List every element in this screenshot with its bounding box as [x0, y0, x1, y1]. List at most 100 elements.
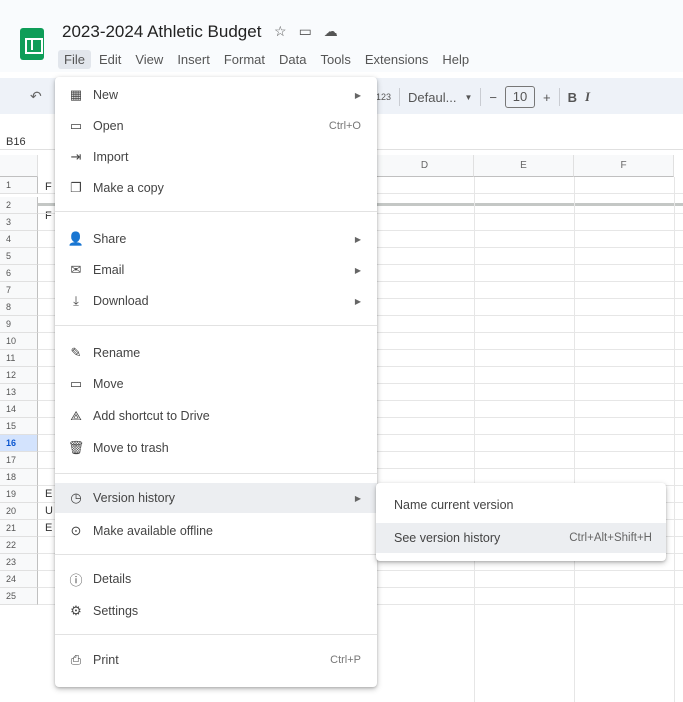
history-icon: ◷ [70, 490, 82, 505]
menu-item-email[interactable]: ✉ Email ▶ [55, 255, 377, 285]
cell-a2[interactable]: F [45, 210, 52, 222]
menu-edit[interactable]: Edit [93, 50, 127, 69]
file-menu: ▦ New ▶ ▭ Open Ctrl+O ⇥ Import ❐ Make a … [55, 77, 377, 687]
menu-item-label: Import [93, 150, 129, 164]
menu-item-import[interactable]: ⇥ Import [55, 142, 377, 172]
sheets-logo-icon[interactable] [20, 28, 44, 60]
menu-item-label: Settings [93, 604, 139, 618]
row-header[interactable]: 6 [0, 265, 38, 282]
font-family-select[interactable]: Defaul... [408, 90, 456, 105]
cell-a1[interactable]: F [45, 181, 52, 193]
menu-format[interactable]: Format [218, 50, 271, 69]
row-header[interactable]: 5 [0, 248, 38, 265]
toolbar-format-group: 123 Defaul... ▼ − 10 + B I [376, 86, 590, 108]
row-header-corner[interactable] [0, 155, 38, 177]
menubar: File Edit View Insert Format Data Tools … [58, 50, 475, 69]
row-header[interactable]: 21 [0, 520, 38, 537]
menu-help[interactable]: Help [436, 50, 475, 69]
menu-data[interactable]: Data [273, 50, 312, 69]
row-header[interactable]: 16 [0, 435, 38, 452]
row-header[interactable]: 7 [0, 282, 38, 299]
menu-item-share[interactable]: 👤 Share ▶ [55, 224, 377, 254]
column-header-e[interactable]: E [474, 155, 574, 177]
menu-insert[interactable]: Insert [171, 50, 216, 69]
menu-item-shortcut: Ctrl+O [328, 120, 361, 132]
info-icon: ⓘ [69, 572, 83, 588]
row-header[interactable]: 12 [0, 367, 38, 384]
submenu-item-see-version-history[interactable]: See version history Ctrl+Alt+Shift+H [376, 523, 666, 553]
row-header[interactable]: 14 [0, 401, 38, 418]
cell-a16[interactable]: U [45, 505, 53, 517]
decrease-font-button[interactable]: − [489, 90, 497, 105]
menu-item-add-shortcut[interactable]: ⟁ Add shortcut to Drive [55, 401, 377, 431]
email-icon: ✉ [70, 262, 82, 277]
undo-icon[interactable]: ↶ [30, 88, 42, 105]
row-header[interactable]: 18 [0, 469, 38, 486]
row-header[interactable]: 4 [0, 231, 38, 248]
folder-move-icon[interactable]: ▭ [299, 23, 312, 40]
menu-item-label: Email [93, 263, 125, 277]
increase-font-button[interactable]: + [543, 90, 551, 105]
menu-item-download[interactable]: ⤓ Download ▶ [55, 286, 377, 316]
version-history-submenu: Name current version See version history… [376, 483, 666, 561]
submenu-arrow-icon: ▶ [354, 265, 361, 275]
offline-icon: ⊙ [70, 523, 82, 538]
menu-item-rename[interactable]: ✎ Rename [55, 338, 377, 368]
menu-item-open[interactable]: ▭ Open Ctrl+O [55, 111, 377, 141]
row-header[interactable]: 10 [0, 333, 38, 350]
menu-item-details[interactable]: ⓘ Details [55, 564, 377, 594]
import-icon: ⇥ [70, 149, 82, 164]
row-header[interactable]: 11 [0, 350, 38, 367]
copy-icon: ❐ [70, 180, 82, 195]
row-header[interactable]: 25 [0, 588, 38, 605]
star-icon[interactable]: ☆ [274, 23, 287, 40]
row-header[interactable]: 1 [0, 177, 38, 194]
menu-item-label: Make a copy [93, 181, 164, 195]
cell-a15[interactable]: E [45, 488, 52, 500]
menu-item-move-to-trash[interactable]: 🗑 Move to trash [55, 433, 377, 463]
row-header[interactable]: 3 [0, 214, 38, 231]
toolbar-separator [480, 88, 482, 106]
cloud-status-icon[interactable]: ☁ [324, 23, 338, 40]
row-header[interactable]: 23 [0, 554, 38, 571]
menu-view[interactable]: View [129, 50, 169, 69]
menu-item-settings[interactable]: ⚙ Settings [55, 596, 377, 626]
menu-item-new[interactable]: ▦ New ▶ [55, 80, 377, 110]
cell-reference[interactable]: B16 [6, 136, 26, 148]
menu-item-label: Share [93, 232, 127, 246]
menu-item-move[interactable]: ▭ Move [55, 369, 377, 399]
menu-tools[interactable]: Tools [314, 50, 356, 69]
row-header[interactable]: 19 [0, 486, 38, 503]
row-header[interactable]: 8 [0, 299, 38, 316]
bold-button[interactable]: B [568, 90, 577, 105]
submenu-item-name-current-version[interactable]: Name current version [376, 490, 666, 520]
row-header[interactable]: 9 [0, 316, 38, 333]
row-header[interactable]: 2 [0, 197, 38, 214]
menu-item-print[interactable]: ⎙ Print Ctrl+P [55, 645, 377, 675]
menu-divider [55, 211, 377, 212]
cell-a17[interactable]: E [45, 522, 52, 534]
column-header-f[interactable]: F [574, 155, 674, 177]
font-size-input[interactable]: 10 [504, 86, 535, 108]
download-icon: ⤓ [73, 293, 79, 308]
column-header-d[interactable]: D [376, 155, 474, 177]
row-header[interactable]: 24 [0, 571, 38, 588]
menu-file[interactable]: File [58, 50, 91, 69]
menu-item-make-offline[interactable]: ⊙ Make available offline [55, 516, 377, 546]
row-header[interactable]: 13 [0, 384, 38, 401]
document-title[interactable]: 2023-2024 Athletic Budget [62, 22, 261, 42]
row-header[interactable]: 17 [0, 452, 38, 469]
row-header[interactable]: 20 [0, 503, 38, 520]
chevron-down-icon[interactable]: ▼ [464, 93, 472, 102]
row-header[interactable]: 15 [0, 418, 38, 435]
gridline [474, 177, 475, 702]
submenu-item-label: Name current version [394, 498, 514, 512]
menu-item-version-history[interactable]: ◷ Version history ▶ [55, 483, 377, 513]
rename-icon: ✎ [70, 345, 82, 360]
menu-extensions[interactable]: Extensions [359, 50, 435, 69]
row-header[interactable]: 22 [0, 537, 38, 554]
menu-item-make-copy[interactable]: ❐ Make a copy [55, 173, 377, 203]
submenu-item-shortcut: Ctrl+Alt+Shift+H [569, 532, 652, 544]
italic-button[interactable]: I [585, 89, 590, 105]
format-123-button[interactable]: 123 [376, 92, 391, 102]
